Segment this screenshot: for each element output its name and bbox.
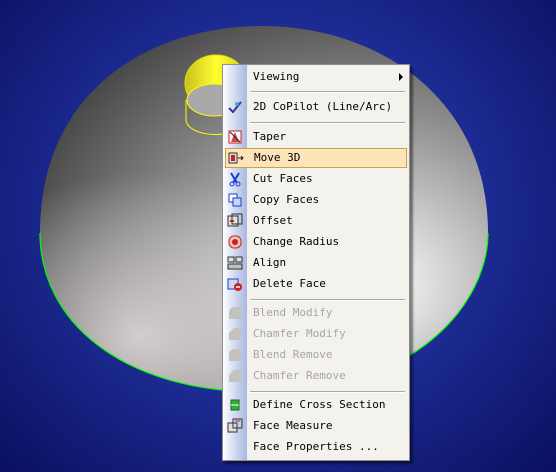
menu-item-label: Blend Remove [253, 348, 333, 361]
menu-item-2d-copilot[interactable]: 2D CoPilot (Line/Arc) [224, 97, 408, 117]
menu-item-chamfer-remove[interactable]: Chamfer Remove [224, 366, 408, 386]
menu-item-label: Chamfer Modify [253, 327, 346, 340]
menu-item-label: Copy Faces [253, 193, 320, 206]
menu-item-label: Chamfer Remove [253, 369, 346, 382]
menu-item-face-measure[interactable]: Face Measure [224, 416, 408, 436]
menu-item-change-radius[interactable]: Change Radius [224, 232, 408, 252]
chamfer-modify-icon [227, 326, 243, 342]
menu-item-blend-remove[interactable]: Blend Remove [224, 345, 408, 365]
menu-item-label: Delete Face [253, 277, 326, 290]
menu-separator [250, 299, 405, 301]
menu-item-label: Blend Modify [253, 306, 333, 319]
menu-item-label: Align [253, 256, 287, 269]
menu-item-label: Define Cross Section [253, 398, 386, 411]
taper-icon [227, 129, 243, 145]
menu-item-define-cross-section[interactable]: Define Cross Section [224, 395, 408, 415]
menu-item-copy-faces[interactable]: Copy Faces [224, 190, 408, 210]
change-radius-icon [227, 234, 243, 250]
context-menu: Viewing 2D CoPilot (Line/Arc) Taper Move… [222, 64, 410, 461]
submenu-arrow-icon [399, 73, 403, 81]
menu-item-face-properties[interactable]: Face Properties ... [224, 437, 408, 457]
cut-faces-icon [227, 171, 243, 187]
offset-icon [227, 213, 243, 229]
menu-item-delete-face[interactable]: Delete Face [224, 274, 408, 294]
menu-item-taper[interactable]: Taper [224, 127, 408, 147]
menu-item-label: Taper [253, 130, 287, 143]
menu-item-label: Change Radius [253, 235, 340, 248]
checkmark-icon [227, 99, 243, 115]
menu-item-chamfer-modify[interactable]: Chamfer Modify [224, 324, 408, 344]
menu-item-label: Face Properties ... [253, 440, 379, 453]
menu-separator [250, 391, 405, 393]
chamfer-remove-icon [227, 368, 243, 384]
menu-item-label: Offset [253, 214, 293, 227]
menu-item-label: Face Measure [253, 419, 333, 432]
move-3d-icon [228, 150, 244, 166]
menu-item-label: Cut Faces [253, 172, 313, 185]
align-icon [227, 255, 243, 271]
define-cross-section-icon [227, 397, 243, 413]
menu-item-align[interactable]: Align [224, 253, 408, 273]
menu-item-label: 2D CoPilot (Line/Arc) [253, 100, 393, 113]
menu-item-move-3d[interactable]: Move 3D [225, 148, 407, 168]
blend-modify-icon [227, 305, 243, 321]
menu-item-cut-faces[interactable]: Cut Faces [224, 169, 408, 189]
menu-separator [250, 122, 405, 124]
menu-item-label: Move 3D [254, 151, 301, 164]
menu-separator [250, 91, 405, 93]
menu-item-viewing[interactable]: Viewing [224, 67, 408, 87]
blend-remove-icon [227, 347, 243, 363]
face-measure-icon [227, 418, 243, 434]
menu-item-label: Viewing [253, 70, 300, 83]
menu-item-offset[interactable]: Offset [224, 211, 408, 231]
delete-face-icon [227, 276, 243, 292]
copy-faces-icon [227, 192, 243, 208]
menu-item-blend-modify[interactable]: Blend Modify [224, 303, 408, 323]
